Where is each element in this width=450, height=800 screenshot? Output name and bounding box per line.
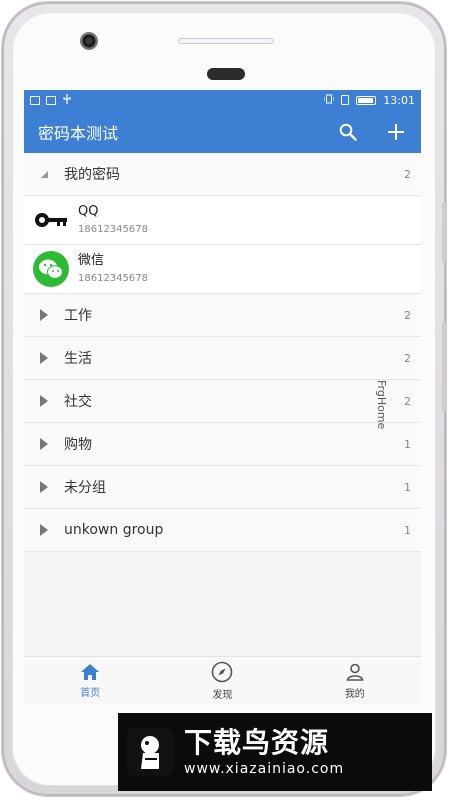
group-row-social[interactable]: 社交 2 [24, 380, 421, 423]
watermark-text: FrgHome [375, 380, 388, 430]
wechat-icon [33, 251, 69, 287]
nav-home[interactable]: 首页 [24, 657, 156, 705]
speaker-grille [178, 38, 274, 44]
expand-arrow-icon [40, 352, 48, 364]
power-button [442, 322, 446, 412]
group-row-work[interactable]: 工作 2 [24, 294, 421, 337]
plus-icon [388, 123, 404, 140]
nav-label: 首页 [80, 688, 101, 699]
group-count: 1 [404, 437, 411, 451]
expand-arrow-icon [40, 309, 48, 321]
group-row-unknown[interactable]: unkown group 1 [24, 509, 421, 552]
app-screen: 13:01 密码本测试 我的密码 2 QQ 18612345678 微信 186… [24, 90, 421, 705]
site-banner: 下载鸟资源 www.xiazainiao.com [118, 713, 432, 791]
app-bar: 密码本测试 [24, 110, 421, 153]
collapse-arrow-icon [40, 170, 48, 178]
expand-arrow-icon [40, 524, 48, 536]
group-name: 生活 [64, 351, 92, 367]
password-group-list: 我的密码 2 QQ 18612345678 微信 18612345678 工作 … [24, 153, 421, 552]
vibrate-icon [323, 94, 335, 107]
volume-button [442, 202, 446, 262]
key-icon [35, 213, 67, 227]
item-subtitle: 18612345678 [78, 224, 148, 235]
nav-discover[interactable]: 发现 [156, 657, 288, 705]
usb-icon [62, 93, 72, 107]
group-name: 工作 [64, 308, 92, 324]
user-icon [346, 663, 364, 681]
battery-icon [356, 95, 377, 105]
expand-arrow-icon [40, 438, 48, 450]
group-name: 购物 [64, 437, 92, 453]
group-count: 2 [404, 394, 411, 408]
sim-icon [341, 95, 350, 105]
search-button[interactable] [337, 121, 359, 143]
bird-logo-icon [126, 728, 174, 776]
front-camera [80, 32, 98, 50]
list-item[interactable]: QQ 18612345678 [24, 196, 421, 245]
search-icon [339, 123, 357, 141]
group-name: unkown group [64, 522, 164, 538]
nav-label: 我的 [344, 689, 365, 700]
banner-url: www.xiazainiao.com [184, 761, 345, 777]
group-count: 2 [404, 167, 411, 181]
group-name: 社交 [64, 394, 92, 410]
home-icon [81, 664, 100, 680]
status-bar: 13:01 [24, 90, 421, 110]
compass-icon [212, 661, 233, 683]
group-count: 2 [404, 351, 411, 365]
expand-arrow-icon [40, 481, 48, 493]
group-count: 2 [404, 308, 411, 322]
bottom-navigation: 首页 发现 我的 [24, 656, 421, 705]
item-title: QQ [78, 204, 99, 219]
earpiece [207, 68, 245, 80]
group-count: 1 [404, 523, 411, 537]
item-subtitle: 18612345678 [78, 273, 148, 284]
group-row-life[interactable]: 生活 2 [24, 337, 421, 380]
add-button[interactable] [385, 121, 407, 143]
list-item[interactable]: 微信 18612345678 [24, 245, 421, 294]
group-name: 我的密码 [64, 167, 120, 183]
group-row-my-passwords[interactable]: 我的密码 2 [24, 153, 421, 196]
group-row-shopping[interactable]: 购物 1 [24, 423, 421, 466]
nav-label: 发现 [212, 690, 233, 701]
image-icon [46, 95, 56, 105]
banner-title: 下载鸟资源 [184, 726, 330, 759]
group-count: 1 [404, 480, 411, 494]
group-name: 未分组 [64, 480, 106, 496]
trash-icon [30, 95, 40, 105]
status-time: 13:01 [383, 93, 415, 107]
item-title: 微信 [78, 253, 105, 268]
expand-arrow-icon [40, 395, 48, 407]
nav-profile[interactable]: 我的 [289, 657, 421, 705]
page-title: 密码本测试 [38, 123, 119, 143]
group-row-ungrouped[interactable]: 未分组 1 [24, 466, 421, 509]
